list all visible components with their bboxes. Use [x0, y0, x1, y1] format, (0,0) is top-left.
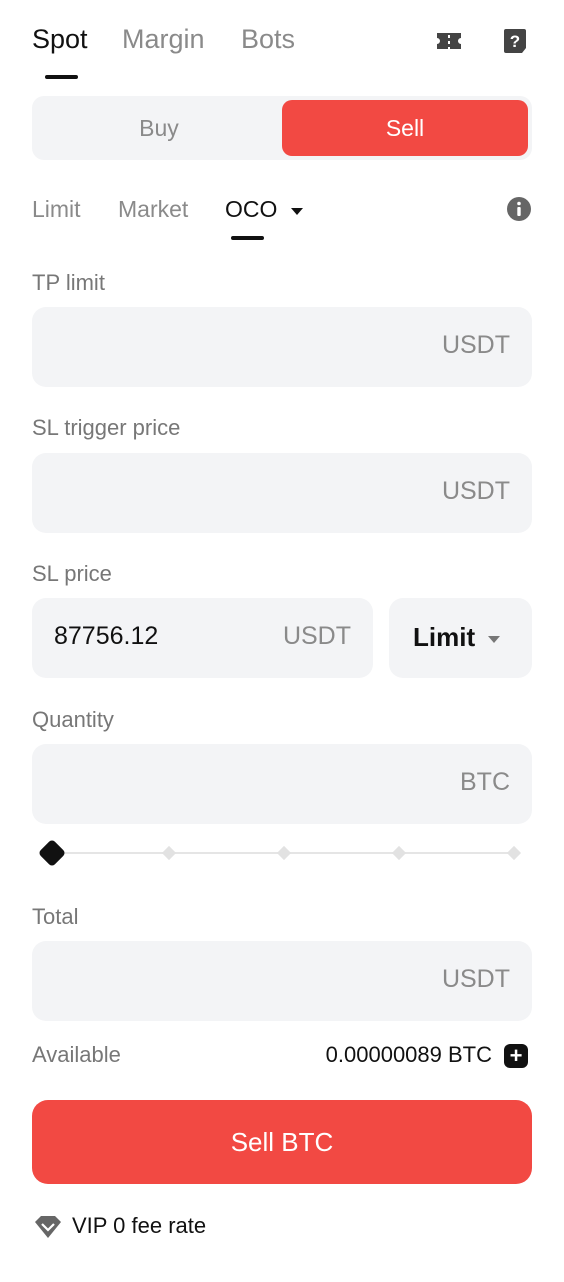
tab-margin[interactable]: Margin [122, 24, 205, 55]
quantity-label: Quantity [32, 707, 114, 732]
sl-trigger-input[interactable]: USDT [32, 453, 532, 533]
sl-trigger-unit: USDT [441, 477, 510, 505]
vip-diamond-icon [35, 1216, 61, 1238]
sl-price-value: 87756.12 [54, 622, 159, 650]
buy-button[interactable]: Buy [36, 100, 282, 156]
sell-button[interactable]: Sell [282, 100, 528, 156]
tp-limit-input[interactable]: USDT [32, 307, 532, 387]
plus-icon[interactable]: + [504, 1044, 528, 1068]
order-type-limit[interactable]: Limit [32, 196, 81, 223]
quantity-input[interactable]: BTC [32, 744, 532, 824]
available-row: Available 0.00000089 BTC + [32, 1040, 532, 1070]
quantity-unit: BTC [460, 768, 510, 796]
tab-underline [45, 75, 78, 79]
tp-limit-unit: USDT [441, 331, 510, 359]
sl-trigger-label: SL trigger price [32, 415, 181, 440]
order-type-oco[interactable]: OCO [225, 196, 304, 223]
order-type-tabs: Limit Market OCO [32, 190, 532, 246]
slider-step-25[interactable] [161, 845, 177, 861]
ticket-icon[interactable] [434, 26, 464, 56]
sl-price-type-label: Limit [413, 622, 476, 652]
available-value: 0.00000089 BTC [325, 1042, 492, 1067]
slider-step-50[interactable] [276, 845, 292, 861]
tab-bots[interactable]: Bots [241, 24, 295, 55]
info-icon[interactable] [506, 196, 532, 222]
available-label: Available [32, 1042, 121, 1067]
tp-limit-label: TP limit [32, 270, 105, 295]
quantity-slider[interactable] [37, 838, 522, 868]
slider-step-75[interactable] [391, 845, 407, 861]
sl-price-input[interactable]: 87756.12 USDT [32, 598, 373, 678]
caret-down-icon [488, 636, 500, 643]
help-icon[interactable]: ? [500, 26, 530, 56]
sl-price-type-select[interactable]: Limit [389, 598, 532, 678]
order-type-oco-label: OCO [225, 196, 278, 222]
sl-price-unit: USDT [282, 622, 351, 650]
total-label: Total [32, 904, 79, 929]
sl-price-label: SL price [32, 561, 112, 586]
slider-handle[interactable] [37, 838, 67, 868]
sell-btc-button[interactable]: Sell BTC [32, 1100, 532, 1184]
caret-down-icon [290, 207, 303, 215]
slider-step-100[interactable] [506, 845, 522, 861]
side-toggle: Buy Sell [32, 96, 532, 160]
order-type-underline [231, 236, 264, 240]
total-unit: USDT [441, 965, 510, 993]
total-input[interactable]: USDT [32, 941, 532, 1021]
vip-fee-label: VIP 0 fee rate [72, 1213, 207, 1238]
svg-text:?: ? [510, 32, 520, 51]
order-type-market[interactable]: Market [118, 196, 188, 223]
tab-spot[interactable]: Spot [32, 24, 88, 55]
top-nav: Spot Margin Bots ? [32, 20, 532, 80]
